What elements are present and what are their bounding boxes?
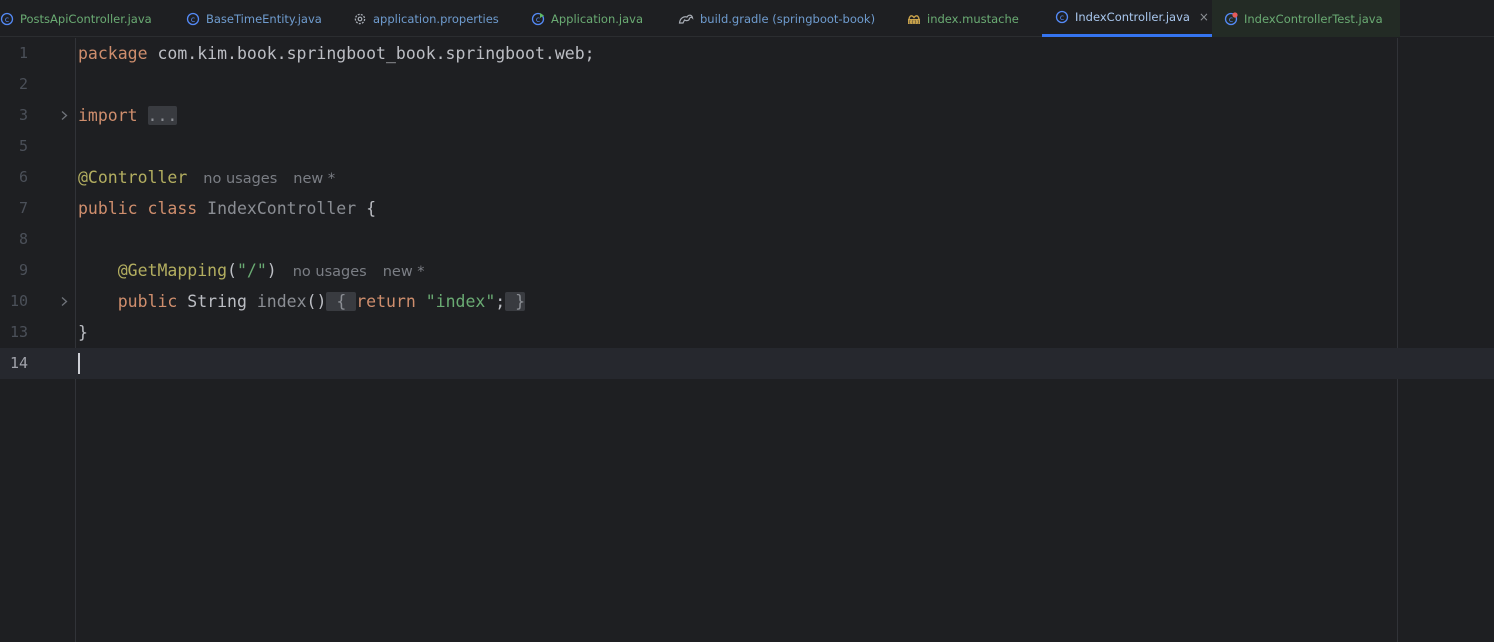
keyword: return <box>356 292 416 311</box>
svg-text:c: c <box>1060 13 1064 22</box>
line-number: 1 <box>18 44 28 62</box>
code-text[interactable]: public String index() { return "index"; … <box>78 286 526 317</box>
class-icon: c <box>186 12 200 26</box>
class-icon: c <box>0 12 14 26</box>
code-text[interactable]: @Controller no usages new * <box>78 162 335 193</box>
gear-icon <box>353 12 367 26</box>
package-name: com.kim.book.springboot_book.springboot.… <box>147 44 595 63</box>
line-number: 7 <box>18 199 28 217</box>
tab-label: application.properties <box>373 11 499 26</box>
parens: () <box>306 292 327 311</box>
current-code-line: 14 <box>0 348 1494 379</box>
code-line: 9 @GetMapping("/") no usages new * <box>0 255 1494 286</box>
code-line: 13 } <box>0 317 1494 348</box>
line-number: 9 <box>18 261 28 279</box>
editor-tab-bar: c PostsApiController.java c BaseTimeEnti… <box>0 0 1494 37</box>
paren: ( <box>227 261 237 280</box>
gradle-icon <box>678 12 694 26</box>
usages-hint[interactable]: no usages <box>203 171 277 187</box>
keyword: public class <box>78 199 198 218</box>
svg-text:c: c <box>536 15 540 24</box>
tab-label: IndexController.java <box>1075 10 1190 24</box>
tab-label: Application.java <box>551 11 644 26</box>
class-name: IndexController <box>207 199 357 218</box>
line-number: 2 <box>18 75 28 93</box>
tab-label: BaseTimeEntity.java <box>206 11 322 26</box>
fold-expand-icon[interactable] <box>60 100 72 131</box>
folded-imports[interactable]: ... <box>147 106 178 125</box>
string-literal: "index" <box>425 292 496 311</box>
brace: { <box>366 199 377 218</box>
keyword: import <box>78 106 138 125</box>
code-line: 8 <box>0 224 1494 255</box>
code-line: 5 <box>0 131 1494 162</box>
close-icon[interactable]: × <box>1199 11 1209 23</box>
tab-application-properties[interactable]: application.properties <box>353 0 499 37</box>
code-line: 10 public String index() { return "index… <box>0 286 1494 317</box>
type-name: String <box>187 292 247 311</box>
tab-indexcontroller[interactable]: c IndexController.java × <box>1042 0 1212 37</box>
svg-text:{{}}: {{}} <box>908 19 920 25</box>
paren: ) <box>266 261 277 280</box>
code-editor[interactable]: 1 package com.kim.book.springboot_book.s… <box>0 38 1494 642</box>
class-icon: c <box>1055 10 1069 24</box>
tab-basetimeentity[interactable]: c BaseTimeEntity.java <box>186 0 322 37</box>
line-number: 13 <box>9 323 28 341</box>
line-number: 6 <box>18 168 28 186</box>
line-number: 10 <box>9 292 28 310</box>
mustache-icon: {{}} <box>907 12 921 26</box>
keyword: public <box>117 292 178 311</box>
svg-text:c: c <box>5 15 9 24</box>
annotation: @Controller <box>78 168 188 187</box>
svg-text:c: c <box>191 15 195 24</box>
tab-index-mustache[interactable]: {{}} index.mustache <box>907 0 1019 37</box>
string-literal: "/" <box>236 261 267 280</box>
code-line: 7 public class IndexController { <box>0 193 1494 224</box>
line-number: 8 <box>18 230 28 248</box>
tab-postsapicontroller[interactable]: c PostsApiController.java <box>0 0 152 37</box>
code-line: 2 <box>0 69 1494 100</box>
text-caret <box>78 353 80 374</box>
code-text[interactable]: public class IndexController { <box>78 193 376 224</box>
ide-window: c PostsApiController.java c BaseTimeEnti… <box>0 0 1494 642</box>
code-line: 1 package com.kim.book.springboot_book.s… <box>0 38 1494 69</box>
fold-expand-icon[interactable] <box>60 286 72 317</box>
code-text[interactable]: package com.kim.book.springboot_book.spr… <box>78 38 595 69</box>
tab-application-java[interactable]: c Application.java <box>531 0 643 37</box>
line-number: 3 <box>18 106 28 124</box>
folded-brace-open[interactable]: { <box>326 292 357 311</box>
svg-text:c: c <box>1229 15 1233 24</box>
tab-label: build.gradle (springboot-book) <box>700 11 876 26</box>
line-number: 5 <box>18 137 28 155</box>
line-number: 14 <box>9 354 28 372</box>
code-line: 3 import ... <box>0 100 1494 131</box>
method-name: index <box>256 292 307 311</box>
folded-brace-close[interactable]: } <box>505 292 526 311</box>
code-text[interactable]: @GetMapping("/") no usages new * <box>78 255 425 286</box>
code-text[interactable]: } <box>78 317 88 348</box>
tab-indexcontrollertest[interactable]: c IndexControllerTest.java <box>1212 0 1400 37</box>
keyword: package <box>78 44 148 63</box>
author-hint[interactable]: new * <box>293 171 335 187</box>
usages-hint[interactable]: no usages <box>293 264 367 280</box>
semicolon: ; <box>495 292 506 311</box>
tab-build-gradle[interactable]: build.gradle (springboot-book) <box>678 0 875 37</box>
author-hint[interactable]: new * <box>383 264 425 280</box>
runnable-class-icon: c <box>531 12 545 26</box>
code-line: 6 @Controller no usages new * <box>0 162 1494 193</box>
tab-label: index.mustache <box>927 11 1019 26</box>
annotation: @GetMapping <box>117 261 228 280</box>
brace: } <box>78 323 88 342</box>
tab-label: PostsApiController.java <box>20 11 152 26</box>
tab-label: IndexControllerTest.java <box>1244 11 1383 26</box>
test-class-icon: c <box>1224 11 1238 26</box>
code-text[interactable]: import ... <box>78 100 178 131</box>
